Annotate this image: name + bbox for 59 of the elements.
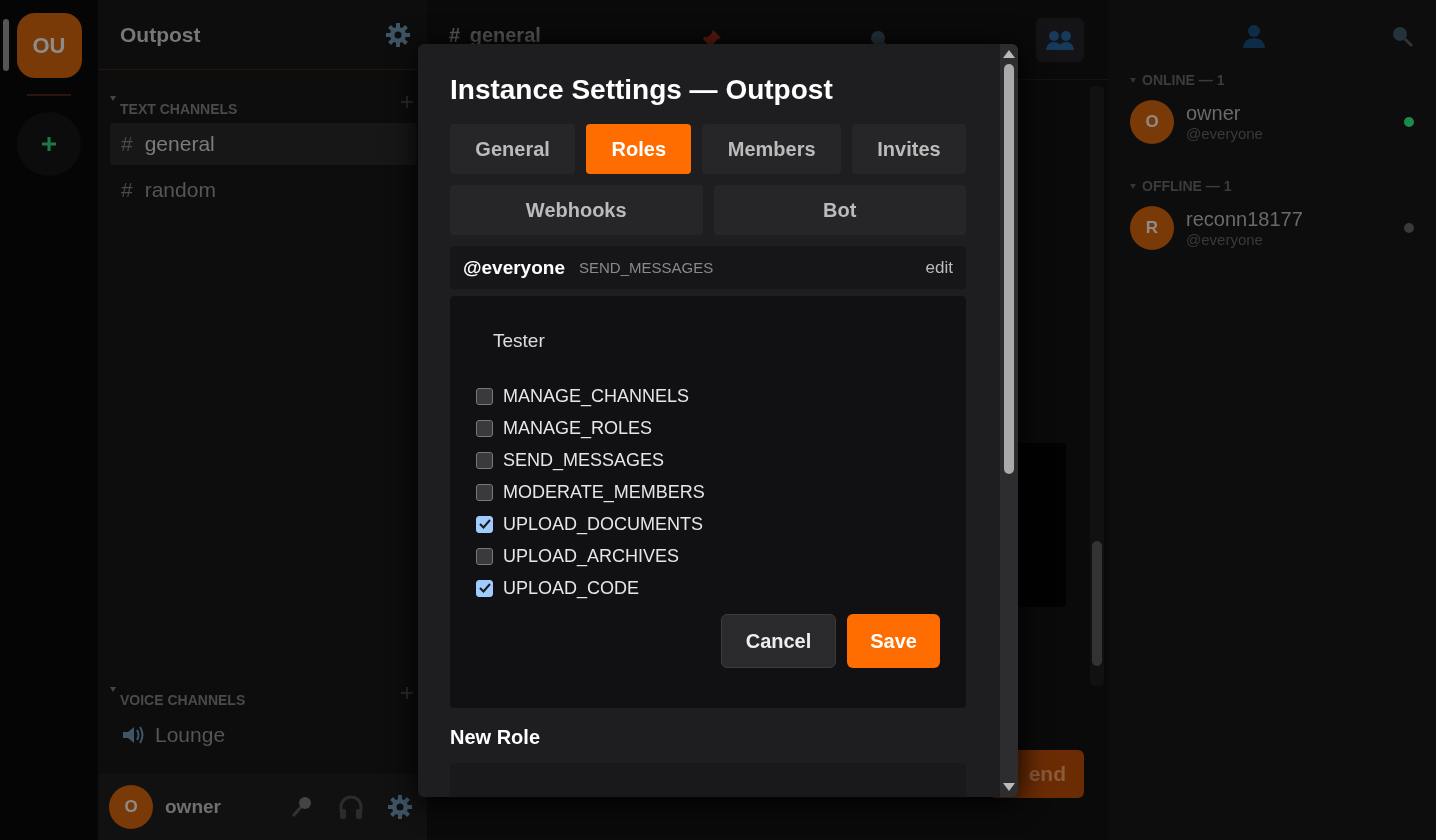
tab[interactable]: General	[450, 124, 576, 174]
permission-label: UPLOAD_ARCHIVES	[503, 545, 680, 567]
permission-label: MANAGE_CHANNELS	[503, 385, 690, 407]
permission-label: MODERATE_MEMBERS	[503, 481, 705, 503]
section-heading: New Role	[450, 726, 542, 749]
avatar: O	[1130, 100, 1174, 144]
permission-label: UPLOAD_DOCUMENTS	[503, 513, 704, 535]
channel-title: # general	[449, 24, 542, 47]
section-title: TEXT CHANNELS	[120, 101, 239, 117]
settings-icon[interactable]	[385, 21, 411, 48]
headphones-icon[interactable]	[337, 794, 365, 820]
role-name: @everyone	[463, 256, 565, 279]
tab[interactable]: Roles	[586, 124, 692, 174]
caret-icon[interactable]	[110, 96, 116, 101]
save-button[interactable]: Save	[847, 614, 940, 668]
search-icon[interactable]	[1390, 24, 1414, 48]
tab[interactable]: Webhooks	[450, 185, 703, 235]
avatar: O	[109, 785, 153, 829]
checkbox[interactable]	[476, 419, 493, 437]
permission-label: SEND_MESSAGES	[503, 449, 665, 471]
member-name[interactable]: reconn18177	[1186, 208, 1392, 231]
people-icon	[1046, 29, 1074, 50]
cancel-button[interactable]: Cancel	[720, 614, 837, 668]
checkbox[interactable]	[476, 547, 493, 565]
section-title: VOICE CHANNELS	[120, 692, 247, 708]
caret-icon[interactable]	[1130, 77, 1136, 83]
permission-label: MANAGE_ROLES	[503, 417, 653, 439]
channel-item[interactable]: # random	[110, 169, 417, 211]
caret-icon[interactable]	[110, 687, 116, 692]
avatar: R	[1130, 206, 1174, 250]
scrollbar[interactable]	[1000, 44, 1018, 797]
channel-item[interactable]: # general	[110, 123, 417, 165]
person-icon[interactable]	[1242, 24, 1266, 48]
permission-label: UPLOAD_CODE	[503, 577, 640, 599]
tab[interactable]: Invites	[851, 124, 966, 174]
checkbox[interactable]	[476, 483, 493, 501]
scroll-down-icon[interactable]	[1003, 783, 1015, 791]
checkbox[interactable]	[476, 451, 493, 469]
scrollbar[interactable]	[1090, 86, 1104, 686]
checkbox[interactable]	[476, 579, 493, 597]
dialog-title: Instance Settings — Outpost	[450, 74, 834, 106]
scroll-up-icon[interactable]	[1003, 50, 1015, 58]
plus-icon[interactable]	[401, 96, 413, 108]
members-button[interactable]	[1036, 17, 1084, 62]
channel-item[interactable]: Lounge	[110, 714, 417, 756]
checkbox[interactable]	[476, 515, 493, 533]
plus-icon[interactable]	[401, 687, 413, 699]
plus-icon	[40, 135, 58, 153]
edit-link[interactable]: edit	[925, 257, 953, 278]
user-name: owner	[165, 796, 222, 818]
server-icon[interactable]: OU	[16, 13, 82, 78]
member-name[interactable]: owner	[1186, 102, 1392, 125]
role-permissions: SEND_MESSAGES	[578, 259, 715, 276]
tab[interactable]: Bot	[713, 185, 966, 235]
caret-icon[interactable]	[1130, 183, 1136, 189]
tab[interactable]: Members	[702, 124, 841, 174]
settings-icon[interactable]	[387, 794, 413, 820]
server-name: Outpost	[120, 22, 201, 47]
checkbox[interactable]	[476, 387, 493, 405]
